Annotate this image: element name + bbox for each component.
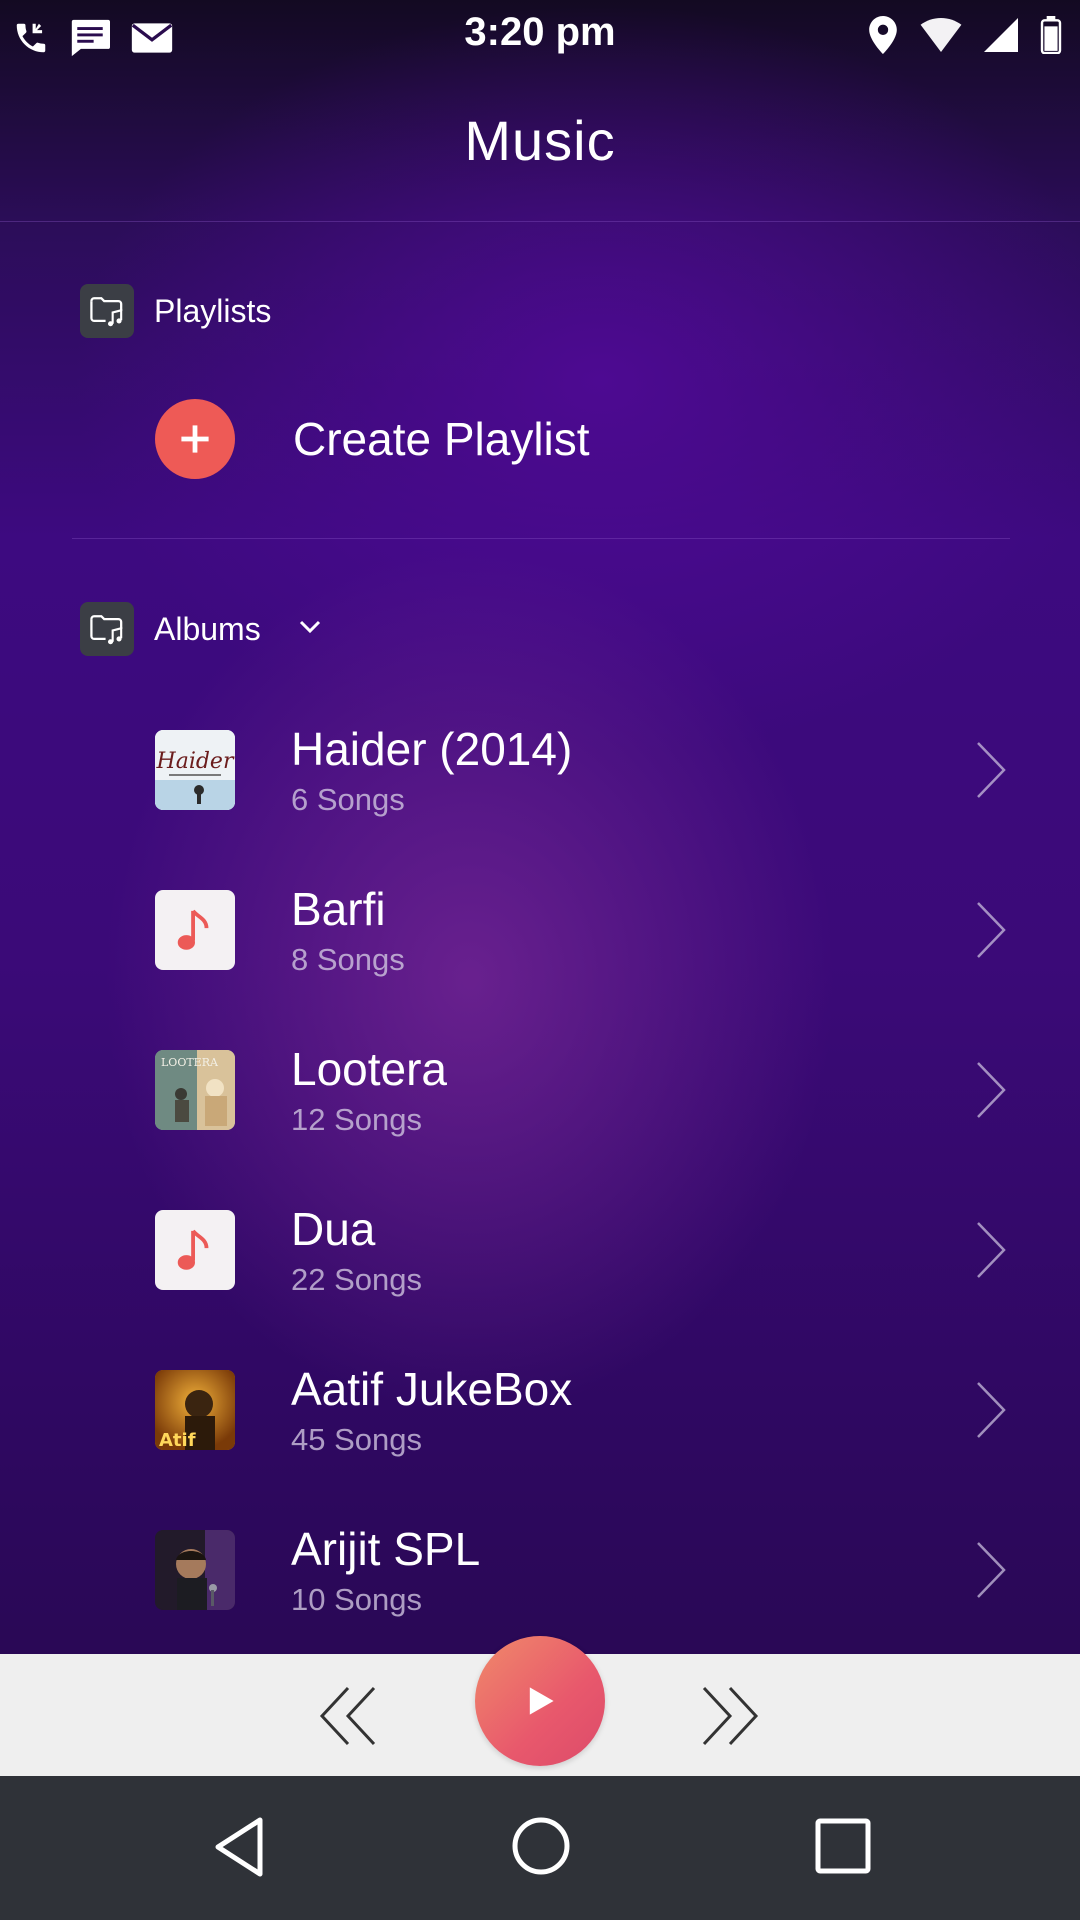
album-name: Arijit SPL bbox=[291, 1523, 481, 1575]
album-song-count: 12 Songs bbox=[291, 1102, 422, 1137]
album-row[interactable]: Dua 22 Songs bbox=[0, 1180, 1080, 1320]
album-row[interactable]: Barfi 8 Songs bbox=[0, 860, 1080, 1000]
wifi-icon bbox=[920, 18, 962, 52]
album-row[interactable]: Haider Haider (2014) 6 Songs bbox=[0, 700, 1080, 840]
signal-icon bbox=[984, 18, 1018, 52]
albums-section-header[interactable]: Albums bbox=[80, 602, 321, 656]
album-song-count: 22 Songs bbox=[291, 1262, 422, 1297]
music-folder-icon bbox=[80, 602, 134, 656]
chevron-right-icon bbox=[975, 740, 1007, 805]
album-song-count: 6 Songs bbox=[291, 782, 405, 817]
recent-apps-icon[interactable] bbox=[815, 1818, 871, 1879]
album-row[interactable]: LOOTERA Lootera 12 Songs bbox=[0, 1020, 1080, 1160]
album-song-count: 10 Songs bbox=[291, 1582, 422, 1617]
chevron-right-icon bbox=[975, 1060, 1007, 1125]
divider bbox=[0, 221, 1080, 222]
album-name: Haider (2014) bbox=[291, 723, 573, 775]
battery-icon bbox=[1040, 16, 1062, 54]
album-art-arijit bbox=[155, 1530, 235, 1610]
album-name: Dua bbox=[291, 1203, 376, 1255]
home-icon[interactable] bbox=[511, 1816, 571, 1881]
chevron-right-icon bbox=[975, 1380, 1007, 1445]
chevron-right-icon bbox=[975, 1220, 1007, 1285]
album-name: Lootera bbox=[291, 1043, 448, 1095]
music-note-icon bbox=[155, 1210, 235, 1290]
divider bbox=[72, 538, 1010, 539]
album-art-aatif: Atif bbox=[155, 1370, 235, 1450]
album-art-lootera: LOOTERA bbox=[155, 1050, 235, 1130]
svg-text:Haider: Haider bbox=[156, 749, 235, 774]
albums-label: Albums bbox=[154, 610, 261, 647]
svg-text:Atif: Atif bbox=[159, 1430, 196, 1450]
playlists-label: Playlists bbox=[154, 292, 272, 329]
chevron-down-icon[interactable] bbox=[299, 620, 321, 639]
music-folder-icon bbox=[80, 284, 134, 338]
create-playlist-label: Create Playlist bbox=[293, 413, 590, 465]
play-button[interactable] bbox=[475, 1636, 605, 1766]
svg-text:LOOTERA: LOOTERA bbox=[161, 1056, 219, 1069]
album-row[interactable]: Atif Aatif JukeBox 45 Songs bbox=[0, 1340, 1080, 1480]
album-name: Aatif JukeBox bbox=[291, 1363, 573, 1415]
chevron-right-icon bbox=[975, 900, 1007, 965]
music-screen: 3:20 pm Music Playlists Create Playlist … bbox=[0, 0, 1080, 1920]
album-row[interactable]: Arijit SPL 10 Songs bbox=[0, 1500, 1080, 1640]
playlists-section-header: Playlists bbox=[80, 284, 271, 338]
back-icon[interactable] bbox=[212, 1816, 266, 1883]
plus-icon bbox=[155, 399, 235, 479]
status-bar: 3:20 pm bbox=[0, 0, 1080, 72]
page-title: Music bbox=[464, 109, 616, 172]
album-art-haider: Haider bbox=[155, 730, 235, 810]
play-icon bbox=[529, 1687, 554, 1715]
next-track-button[interactable] bbox=[698, 1684, 762, 1753]
system-nav-bar bbox=[0, 1776, 1080, 1920]
music-note-icon bbox=[155, 890, 235, 970]
chevron-right-icon bbox=[975, 1540, 1007, 1605]
album-name: Barfi bbox=[291, 883, 386, 935]
album-song-count: 8 Songs bbox=[291, 942, 405, 977]
album-song-count: 45 Songs bbox=[291, 1422, 422, 1457]
previous-track-button[interactable] bbox=[316, 1684, 380, 1753]
create-playlist-button[interactable]: Create Playlist bbox=[155, 399, 590, 479]
location-icon bbox=[868, 16, 898, 54]
